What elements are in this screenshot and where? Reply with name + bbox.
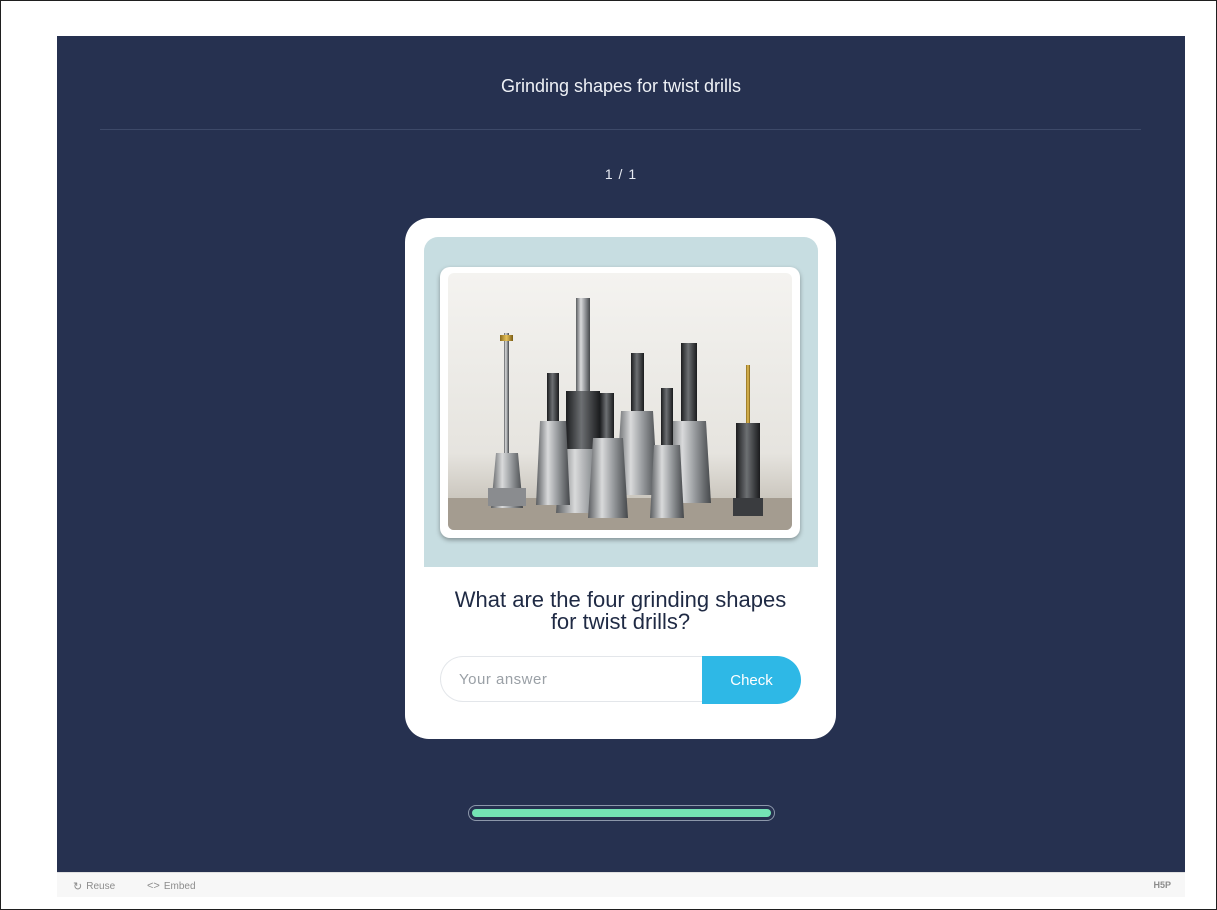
h5p-logo: H5P [1153,880,1171,890]
question-text: What are the four grinding shapes for tw… [454,587,787,634]
answer-input[interactable] [440,656,730,702]
reuse-label: Reuse [86,881,116,892]
flashcard: What are the four grinding shapes for tw… [405,218,836,739]
page-frame: Grinding shapes for twist drills 1 / 1 W… [0,0,1217,910]
card-image-area [424,237,818,567]
progress-fill [472,809,771,817]
code-icon: <> [147,880,160,892]
reuse-link[interactable]: ↻ Reuse [73,880,115,893]
milling-tools-photo-icon [448,273,792,530]
answer-row: Check [440,656,801,704]
h5p-footer: ↻ Reuse <> Embed H5P [57,872,1185,897]
progress-bar [468,805,775,821]
title-divider [100,129,1141,130]
page-title: Grinding shapes for twist drills [500,76,742,96]
card-counter: 1 / 1 [604,166,638,182]
flashcard-stage: Grinding shapes for twist drills 1 / 1 W… [57,36,1185,872]
check-button[interactable]: Check [702,656,801,704]
card-image [440,267,800,538]
refresh-icon: ↻ [73,881,83,893]
embed-label: Embed [163,880,196,892]
embed-link[interactable]: <> Embed [147,880,196,892]
